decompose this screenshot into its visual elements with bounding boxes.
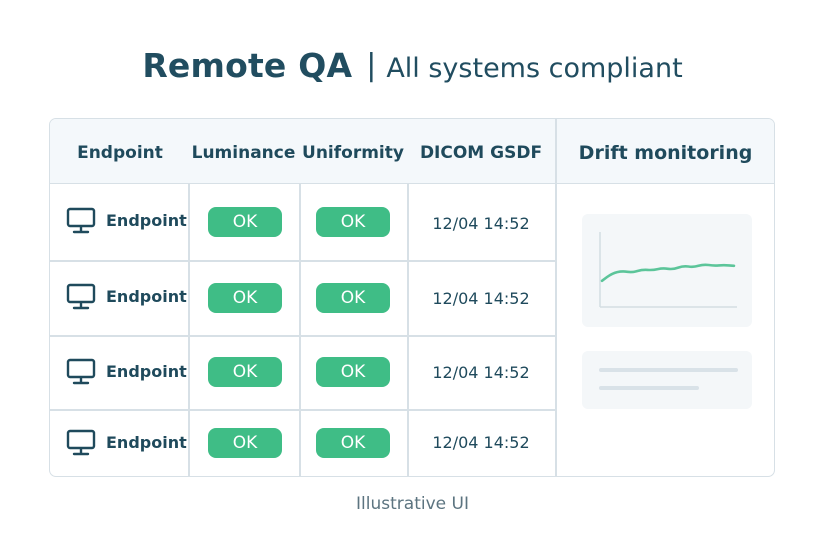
uniformity-status-badge: OK [316, 283, 390, 313]
drift-series-line [600, 263, 736, 283]
table-row[interactable]: Endpoint OK OK 12/04 14:52 [50, 335, 556, 409]
endpoint-cell[interactable]: Endpoint [66, 358, 187, 385]
uniformity-status-badge: OK [316, 207, 390, 237]
luminance-status-badge: OK [208, 357, 282, 387]
table-row[interactable]: Endpoint OK OK 12/04 14:52 [50, 260, 556, 335]
drift-summary-placeholder [582, 351, 752, 409]
placeholder-line [599, 386, 699, 390]
app-title: Remote QA [142, 46, 353, 85]
footer-caption: Illustrative UI [356, 494, 469, 514]
page-title: Remote QA | All systems compliant [0, 46, 825, 85]
column-header-uniformity[interactable]: Uniformity [299, 119, 407, 183]
luminance-status-badge: OK [208, 207, 282, 237]
endpoint-label: Endpoint [106, 211, 187, 230]
title-separator: | [366, 48, 377, 83]
table-row[interactable]: Endpoint OK OK 12/04 14:52 [50, 183, 556, 260]
monitor-icon [66, 283, 96, 310]
endpoint-label: Endpoint [106, 433, 187, 452]
uniformity-status-badge: OK [316, 357, 390, 387]
column-header-luminance[interactable]: Luminance [188, 119, 299, 183]
luminance-status-badge: OK [208, 283, 282, 313]
monitor-icon [66, 429, 96, 456]
drift-sparkline [599, 232, 737, 308]
status-subtitle: All systems compliant [386, 53, 683, 84]
table-row[interactable]: Endpoint OK OK 12/04 14:52 [50, 409, 556, 476]
luminance-status-badge: OK [208, 428, 282, 458]
endpoint-cell[interactable]: Endpoint [66, 207, 187, 234]
gsdf-timestamp: 12/04 14:52 [432, 363, 530, 382]
endpoint-cell[interactable]: Endpoint [66, 283, 187, 310]
drift-chart-card[interactable] [582, 214, 752, 327]
column-header-dicom-gsdf[interactable]: DICOM GSDF [407, 119, 555, 183]
placeholder-line [599, 368, 738, 372]
gsdf-timestamp: 12/04 14:52 [432, 214, 530, 233]
uniformity-status-badge: OK [316, 428, 390, 458]
gsdf-timestamp: 12/04 14:52 [432, 289, 530, 308]
column-header-endpoint[interactable]: Endpoint [50, 119, 190, 183]
endpoint-label: Endpoint [106, 287, 187, 306]
drift-monitoring-title: Drift monitoring [578, 142, 753, 164]
monitor-icon [66, 358, 96, 385]
gsdf-timestamp: 12/04 14:52 [432, 433, 530, 452]
endpoint-label: Endpoint [106, 362, 187, 381]
qa-panel: Endpoint Luminance Uniformity DICOM GSDF… [49, 118, 775, 477]
endpoint-cell[interactable]: Endpoint [66, 429, 187, 456]
monitor-icon [66, 207, 96, 234]
